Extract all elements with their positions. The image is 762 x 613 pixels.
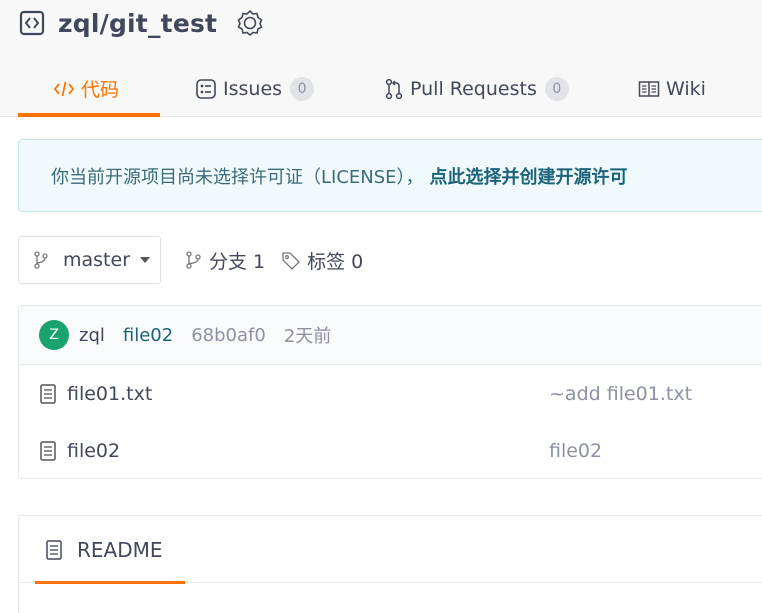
tab-code-label: 代码 xyxy=(81,79,120,101)
avatar[interactable]: Z xyxy=(39,320,69,350)
chevron-down-icon xyxy=(140,257,151,263)
license-notice-text: 你当前开源项目尚未选择许可证（LICENSE）， xyxy=(51,166,424,188)
tab-issues-label: Issues xyxy=(223,77,283,100)
file-row[interactable]: file02 file02 xyxy=(19,422,762,479)
branch-icon xyxy=(33,250,49,270)
tab-pull-requests[interactable]: Pull Requests 0 xyxy=(384,60,569,117)
file-commit-message[interactable]: ~add file01.txt xyxy=(549,383,692,405)
branch-toolbar: master 分支 1 标签 0 xyxy=(18,236,363,284)
issues-icon xyxy=(195,78,217,100)
file-row[interactable]: file01.txt ~add file01.txt xyxy=(19,365,762,422)
award-badge-icon[interactable] xyxy=(235,8,265,38)
tag-icon xyxy=(281,250,301,270)
readme-title: README xyxy=(77,537,163,562)
latest-commit-row: Z zql file02 68b0af0 2天前 xyxy=(19,306,762,365)
file-icon xyxy=(39,383,57,405)
file-name[interactable]: file01.txt xyxy=(67,383,152,405)
create-license-link[interactable]: 点此选择并创建开源许可 xyxy=(430,163,628,189)
readme-header: README xyxy=(19,516,762,584)
tab-code[interactable]: 代码 xyxy=(18,60,160,117)
tags-link[interactable]: 标签 0 xyxy=(281,247,363,274)
commit-author[interactable]: zql xyxy=(79,325,105,346)
readme-tab[interactable]: README xyxy=(35,516,185,584)
tags-count-label: 标签 0 xyxy=(307,250,364,273)
repo-tabs: 代码 Issues 0 Pull Requests 0 Wiki xyxy=(0,60,762,117)
branch-selector[interactable]: master xyxy=(18,236,161,284)
file-commit-message[interactable]: file02 xyxy=(549,440,602,462)
branch-icon xyxy=(185,250,203,270)
code-icon xyxy=(53,79,75,99)
commit-message[interactable]: file02 xyxy=(123,325,173,346)
issues-count-badge: 0 xyxy=(290,76,315,101)
commit-time: 2天前 xyxy=(283,326,332,347)
tab-issues[interactable]: Issues 0 xyxy=(195,60,315,117)
file-name[interactable]: file02 xyxy=(67,440,120,462)
tab-wiki[interactable]: Wiki xyxy=(638,60,706,117)
pull-requests-count-badge: 0 xyxy=(544,76,569,101)
branches-link[interactable]: 分支 1 xyxy=(185,247,265,274)
commit-sha[interactable]: 68b0af0 xyxy=(191,325,266,346)
wiki-book-icon xyxy=(638,79,660,99)
file-icon xyxy=(39,440,57,462)
branch-name: master xyxy=(63,249,131,271)
repo-name[interactable]: zql/git_test xyxy=(58,9,217,38)
readme-panel: README xyxy=(18,515,762,613)
tab-pull-requests-label: Pull Requests xyxy=(410,77,537,100)
code-repo-icon xyxy=(18,9,46,37)
branches-count-label: 分支 1 xyxy=(209,250,266,273)
file-list: Z zql file02 68b0af0 2天前 file01.txt ~add… xyxy=(18,305,762,479)
repo-title: zql/git_test xyxy=(18,6,265,40)
readme-book-icon xyxy=(45,539,63,561)
tab-wiki-label: Wiki xyxy=(666,77,706,100)
license-notice: 你当前开源项目尚未选择许可证（LICENSE）， 点此选择并创建开源许可 xyxy=(18,139,762,212)
pull-request-icon xyxy=(384,78,404,100)
repo-header: zql/git_test 代码 Issues 0 Pull Requests 0… xyxy=(0,0,762,117)
